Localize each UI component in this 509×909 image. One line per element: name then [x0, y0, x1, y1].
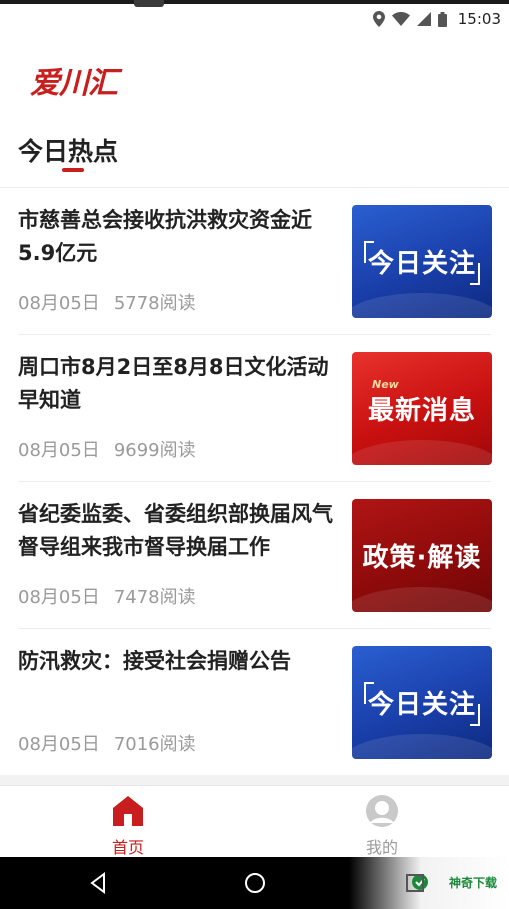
- watermark: 神奇下载: [349, 857, 509, 909]
- thumb-text: 最新消息: [367, 396, 476, 426]
- news-reads: 7478阅读: [113, 587, 196, 608]
- news-thumbnail: New 最新消息: [352, 352, 492, 465]
- news-reads: 9699阅读: [113, 440, 196, 461]
- back-button[interactable]: [84, 869, 112, 897]
- news-title: 周口市8月2日至8月8日文化活动早知道: [18, 355, 329, 412]
- profile-icon: [365, 794, 399, 828]
- status-time: 15:03: [457, 10, 501, 28]
- section-title: 今日热点: [18, 137, 119, 166]
- home-button[interactable]: [241, 869, 269, 897]
- news-item[interactable]: 市慈善总会接收抗洪救灾资金近5.9亿元 08月05日 5778阅读 今日关注: [0, 188, 509, 335]
- news-date: 08月05日: [18, 734, 100, 755]
- news-item[interactable]: 省纪委监委、省委组织部换届风气督导组来我市督导换届工作 08月05日 7478阅…: [0, 482, 509, 629]
- app-logo: 爱川汇: [30, 66, 118, 101]
- news-thumbnail: 今日关注: [352, 205, 492, 318]
- home-icon: [111, 794, 145, 828]
- thumb-text: 今日关注: [367, 690, 476, 720]
- tab-label: 我的: [365, 838, 398, 857]
- bottom-tab-bar: 首页 我的: [0, 785, 509, 857]
- thumb-text: 政策·解读: [362, 543, 482, 573]
- status-bar: 15:03: [0, 0, 509, 34]
- tab-label: 首页: [111, 838, 144, 857]
- signal-icon: [416, 12, 431, 26]
- battery-icon: [437, 11, 447, 27]
- status-notch: [134, 0, 164, 7]
- list-gap: [0, 775, 509, 785]
- news-reads: 5778阅读: [113, 293, 196, 314]
- thumb-wave: [352, 293, 492, 318]
- news-meta: 08月05日 7016阅读: [18, 730, 196, 756]
- news-date: 08月05日: [18, 587, 100, 608]
- news-date: 08月05日: [18, 293, 100, 314]
- news-meta: 08月05日 7478阅读: [18, 583, 196, 609]
- news-list: 市慈善总会接收抗洪救灾资金近5.9亿元 08月05日 5778阅读 今日关注 周…: [0, 188, 509, 775]
- thumb-wave: [352, 587, 492, 612]
- news-title: 防汛救灾：接受社会捐赠公告: [18, 649, 291, 673]
- app-screen: 15:03 爱川汇 今日热点 市慈善总会接收抗洪救灾资金近5.9亿元 08月05…: [0, 0, 509, 909]
- watermark-text: 神奇下载: [448, 876, 497, 890]
- thumb-wave: [352, 734, 492, 759]
- news-item[interactable]: 周口市8月2日至8月8日文化活动早知道 08月05日 9699阅读 New 最新…: [0, 335, 509, 482]
- news-meta: 08月05日 9699阅读: [18, 436, 196, 462]
- news-meta: 08月05日 5778阅读: [18, 289, 196, 315]
- section-underline: [62, 168, 84, 172]
- tab-mine[interactable]: 我的: [322, 792, 442, 857]
- news-title: 省纪委监委、省委组织部换届风气督导组来我市督导换届工作: [18, 502, 333, 559]
- recents-button[interactable]: [401, 869, 429, 897]
- location-icon: [372, 11, 385, 27]
- app-header: 爱川汇: [0, 34, 509, 122]
- news-thumbnail: 政策·解读: [352, 499, 492, 612]
- news-reads: 7016阅读: [113, 734, 196, 755]
- tab-home[interactable]: 首页: [68, 792, 188, 857]
- section-header: 今日热点: [0, 122, 509, 188]
- news-date: 08月05日: [18, 440, 100, 461]
- status-icons: 15:03: [372, 10, 501, 28]
- news-thumbnail: 今日关注: [352, 646, 492, 759]
- news-item[interactable]: 防汛救灾：接受社会捐赠公告 08月05日 7016阅读 今日关注: [0, 629, 509, 776]
- news-title: 市慈善总会接收抗洪救灾资金近5.9亿元: [18, 208, 312, 265]
- thumb-wave: [352, 440, 492, 465]
- thumb-text: 今日关注: [367, 249, 476, 279]
- wifi-icon: [391, 12, 410, 26]
- system-nav-bar: 神奇下载: [0, 857, 509, 909]
